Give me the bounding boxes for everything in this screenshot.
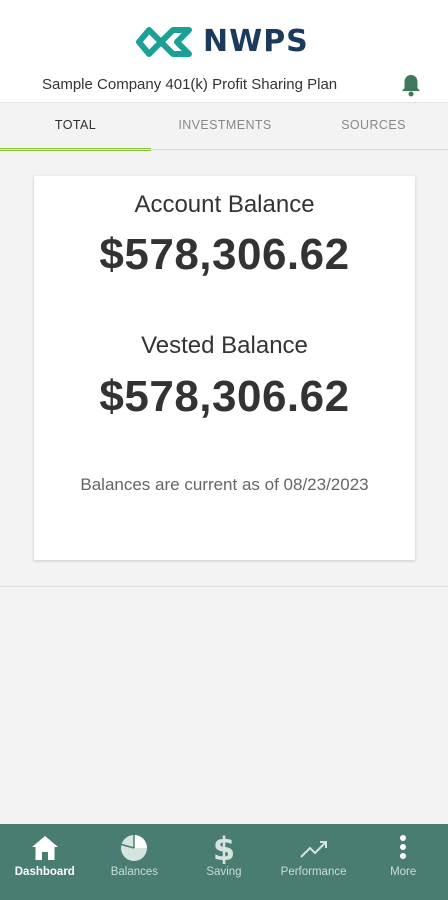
tab-investments[interactable]: INVESTMENTS: [151, 103, 299, 151]
nav-more-label: More: [390, 866, 417, 878]
vested-balance-label: Vested Balance: [141, 332, 308, 359]
tab-total[interactable]: TOTAL: [0, 103, 151, 151]
app-header: NWPS Sample Company 401(k) Profit Sharin…: [0, 0, 448, 102]
balance-card: Account Balance $578,306.62 Vested Balan…: [34, 176, 415, 560]
home-icon: [31, 836, 58, 860]
section-divider: [0, 586, 448, 587]
account-balance-label: Account Balance: [134, 191, 315, 218]
nav-performance[interactable]: Performance: [269, 824, 359, 900]
nav-saving-label: Saving: [206, 866, 242, 878]
pie-chart-icon: [121, 835, 148, 861]
nav-saving[interactable]: $ Saving: [179, 824, 269, 900]
nav-dashboard[interactable]: Dashboard: [0, 824, 90, 900]
account-balance-amount: $578,306.62: [99, 230, 350, 279]
nav-performance-label: Performance: [280, 866, 347, 878]
nav-dashboard-label: Dashboard: [14, 866, 75, 878]
bottom-navigation: Dashboard Balances $ Saving Performance: [0, 824, 448, 900]
dollar-icon: $: [213, 832, 235, 864]
notifications-bell-icon[interactable]: [400, 73, 422, 97]
nav-more[interactable]: More: [358, 824, 448, 900]
balance-tabs: TOTAL INVESTMENTS SOURCES: [0, 102, 448, 151]
svg-text:$: $: [213, 832, 235, 864]
vested-balance-amount: $578,306.62: [99, 372, 350, 421]
app-screen: NWPS Sample Company 401(k) Profit Sharin…: [0, 0, 448, 900]
tabs-divider: [0, 149, 448, 150]
logo-text: NWPS: [203, 24, 309, 59]
nwps-logo: NWPS: [133, 22, 309, 62]
tab-sources[interactable]: SOURCES: [299, 103, 448, 151]
nav-balances-label: Balances: [110, 866, 159, 878]
balances-as-of-text: Balances are current as of 08/23/2023: [80, 475, 369, 494]
nav-balances[interactable]: Balances: [90, 824, 180, 900]
nwps-logo-mark-icon: [136, 27, 192, 57]
plan-name[interactable]: Sample Company 401(k) Profit Sharing Pla…: [42, 76, 337, 93]
trend-up-icon: [299, 841, 327, 858]
more-vertical-icon: [400, 835, 407, 859]
